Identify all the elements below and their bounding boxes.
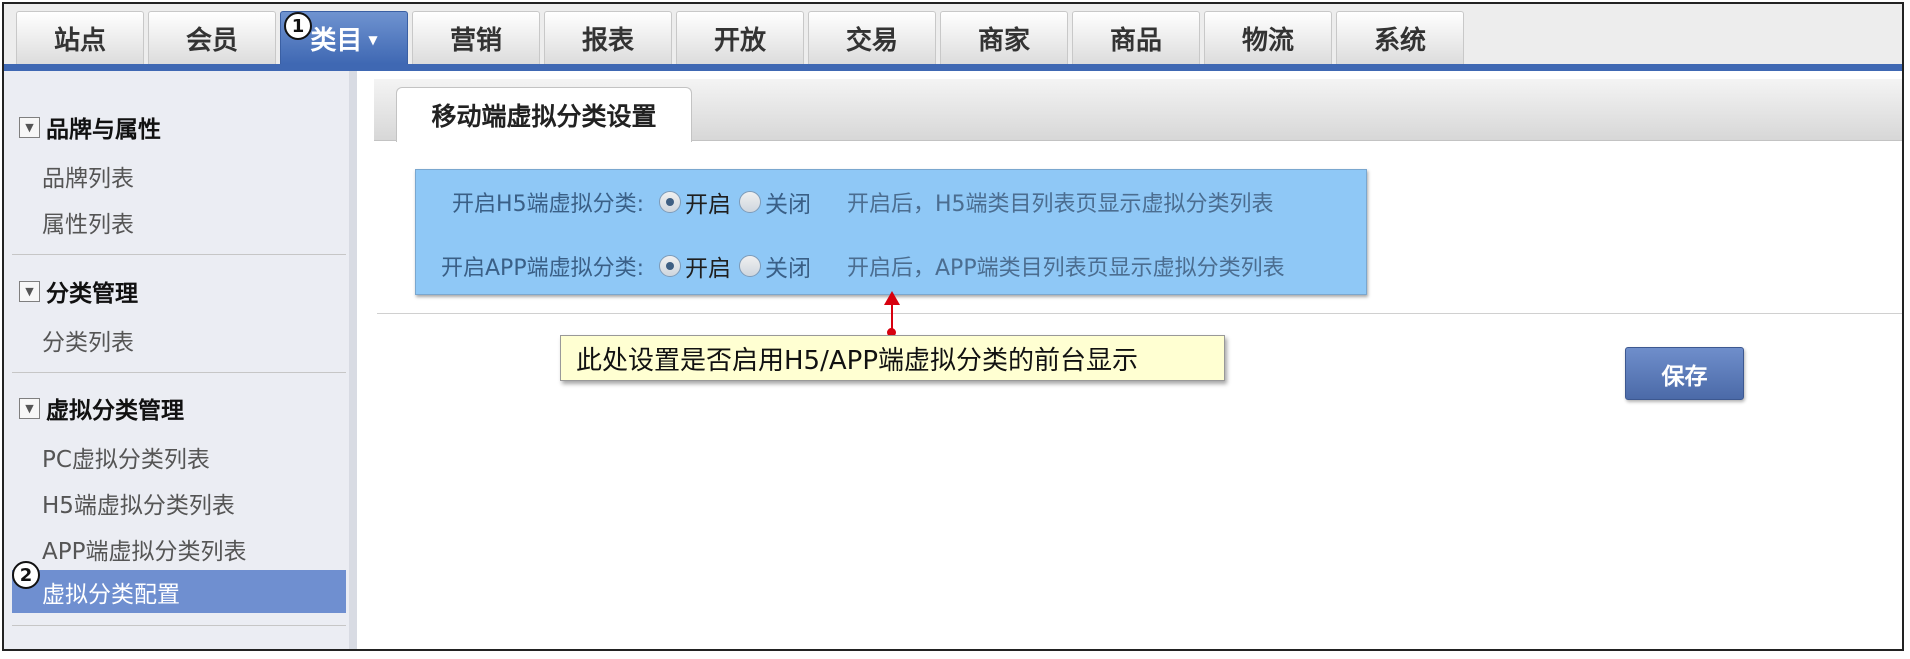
nav-tab-reports[interactable]: 报表 [544, 11, 672, 64]
nav-tab-marketing[interactable]: 营销 [412, 11, 540, 64]
nav-tab-label: 报表 [581, 25, 634, 56]
nav-tab-label: 物流 [1241, 25, 1294, 56]
collapse-toggle-icon: ▼ [19, 397, 40, 419]
radio-h5-off[interactable] [739, 191, 761, 213]
nav-tab-goods[interactable]: 商品 [1072, 11, 1200, 64]
sidebar-divider [12, 372, 346, 373]
nav-tab-label: 商品 [1109, 25, 1162, 56]
sidebar: ▼ 品牌与属性 品牌列表 属性列表 ▼ 分类管理 分类列表 ▼ 虚拟分类管理 P… [4, 71, 357, 649]
sidebar-group-category[interactable]: ▼ 分类管理 [19, 274, 138, 308]
setting-label-h5: 开启H5端虚拟分类: [452, 192, 644, 217]
settings-panel: 开启H5端虚拟分类: 开启 关闭 开启后，H5端类目列表页显示虚拟分类列表 开启… [415, 169, 1367, 295]
sidebar-group-title: 虚拟分类管理 [46, 398, 184, 424]
nav-tab-site[interactable]: 站点 [16, 11, 144, 64]
sidebar-group-title: 分类管理 [46, 281, 138, 307]
radio-label-app-off[interactable]: 关闭 [765, 249, 811, 283]
collapse-toggle-icon: ▼ [19, 116, 40, 138]
nav-tab-label: 交易 [845, 25, 898, 56]
step-marker-1: 1 [284, 12, 312, 40]
tab-mobile-virtual-settings[interactable]: 移动端虚拟分类设置 [396, 87, 692, 142]
radio-label-app-on[interactable]: 开启 [685, 249, 731, 283]
nav-tab-label: 类目 [310, 25, 363, 56]
save-button-label: 保存 [1661, 363, 1708, 390]
sidebar-item-h5-virtual-list[interactable]: H5端虚拟分类列表 [42, 486, 235, 520]
nav-tab-label: 开放 [713, 25, 766, 56]
sidebar-divider [12, 254, 346, 255]
radio-label-h5-off[interactable]: 关闭 [765, 185, 811, 219]
sidebar-divider [12, 625, 346, 626]
nav-tab-label: 站点 [53, 25, 106, 56]
top-nav-tabs: 站点 会员 类目 ▼ 营销 报表 开放 交易 商家 商品 物流 系统 [16, 11, 1464, 64]
caret-down-icon: ▼ [368, 33, 378, 47]
sidebar-item-label: 虚拟分类配置 [42, 581, 180, 608]
save-button[interactable]: 保存 [1625, 347, 1744, 400]
sidebar-item-brand-list[interactable]: 品牌列表 [42, 159, 134, 193]
radio-app-on[interactable] [659, 255, 681, 277]
sidebar-item-pc-virtual-list[interactable]: PC虚拟分类列表 [42, 440, 210, 474]
nav-tab-label: 营销 [449, 25, 502, 56]
sidebar-group-title: 品牌与属性 [46, 117, 161, 143]
sidebar-item-attribute-list[interactable]: 属性列表 [42, 205, 134, 239]
radio-h5-on[interactable] [659, 191, 681, 213]
nav-tab-label: 会员 [185, 25, 238, 56]
sidebar-item-virtual-config[interactable]: 虚拟分类配置 [12, 570, 346, 613]
tab-label: 移动端虚拟分类设置 [431, 102, 657, 131]
setting-hint-app: 开启后，APP端类目列表页显示虚拟分类列表 [847, 256, 1285, 281]
nav-tab-label: 系统 [1373, 25, 1426, 56]
step-marker-2: 2 [12, 561, 40, 589]
annotation-callout: 此处设置是否启用H5/APP端虚拟分类的前台显示 [560, 335, 1225, 381]
setting-label-app: 开启APP端虚拟分类: [441, 256, 644, 281]
sidebar-item-category-list[interactable]: 分类列表 [42, 323, 134, 357]
screenshot-frame: 站点 会员 类目 ▼ 营销 报表 开放 交易 商家 商品 物流 系统 1 ▼ 品牌… [2, 2, 1904, 651]
setting-row-h5: 开启H5端虚拟分类: 开启 关闭 开启后，H5端类目列表页显示虚拟分类列表 [416, 182, 1368, 222]
setting-hint-h5: 开启后，H5端类目列表页显示虚拟分类列表 [847, 192, 1274, 217]
radio-label-h5-on[interactable]: 开启 [685, 185, 731, 219]
annotation-arrow-line [891, 301, 893, 331]
callout-text: 此处设置是否启用H5/APP端虚拟分类的前台显示 [576, 345, 1138, 376]
setting-row-app: 开启APP端虚拟分类: 开启 关闭 开启后，APP端类目列表页显示虚拟分类列表 [416, 246, 1368, 286]
content-divider [377, 313, 1902, 314]
nav-tab-system[interactable]: 系统 [1336, 11, 1464, 64]
sidebar-item-app-virtual-list[interactable]: APP端虚拟分类列表 [42, 532, 246, 566]
nav-tab-member[interactable]: 会员 [148, 11, 276, 64]
nav-tab-label: 商家 [977, 25, 1030, 56]
radio-app-off[interactable] [739, 255, 761, 277]
nav-tab-open[interactable]: 开放 [676, 11, 804, 64]
sidebar-group-brand[interactable]: ▼ 品牌与属性 [19, 110, 161, 144]
content-tab-bar: 移动端虚拟分类设置 [374, 79, 1902, 142]
nav-accent-bar [4, 64, 1902, 71]
nav-tab-merchant[interactable]: 商家 [940, 11, 1068, 64]
collapse-toggle-icon: ▼ [19, 280, 40, 302]
nav-tab-trade[interactable]: 交易 [808, 11, 936, 64]
sidebar-group-virtual-category[interactable]: ▼ 虚拟分类管理 [19, 391, 184, 425]
nav-tab-logistics[interactable]: 物流 [1204, 11, 1332, 64]
